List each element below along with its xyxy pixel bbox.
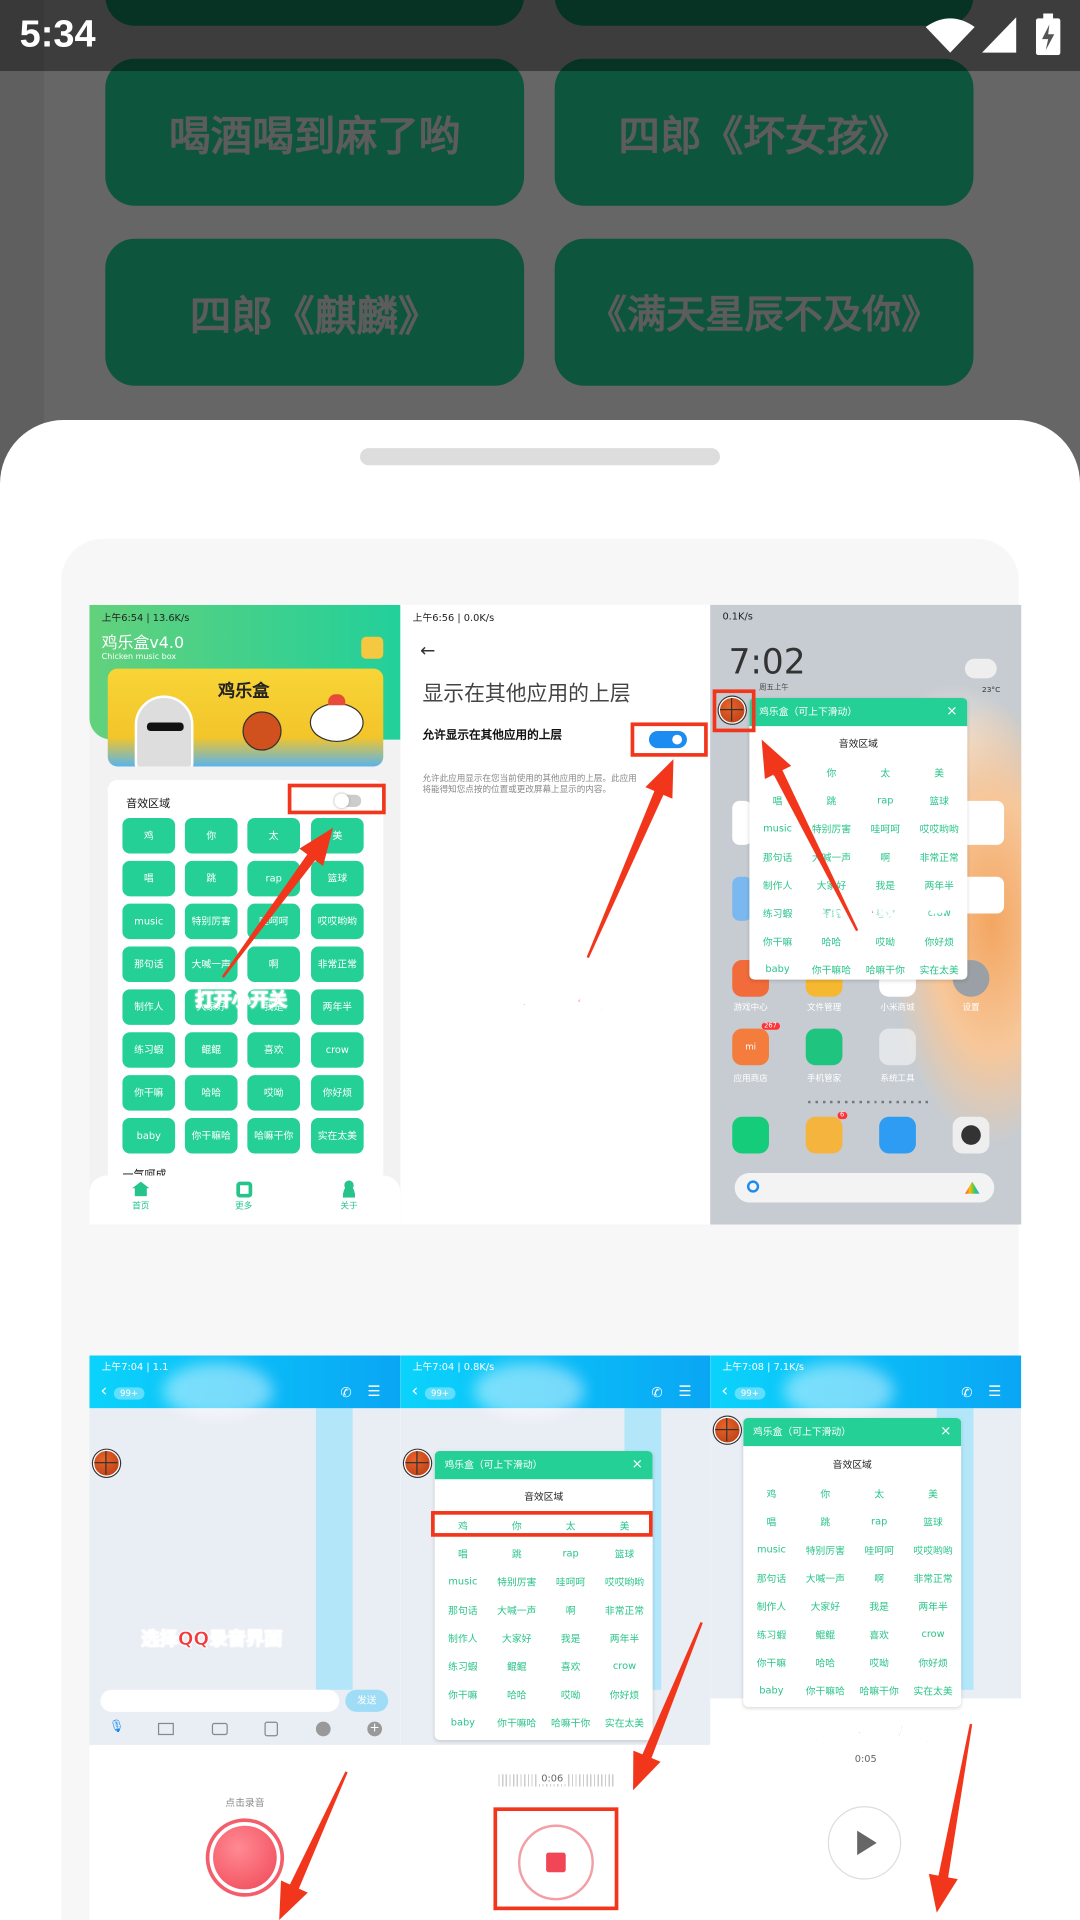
red-arrow [279,1771,348,1920]
red-arrow [928,1723,973,1913]
background-song-button[interactable]: 《满天星辰不及你》 [554,238,974,386]
background-song-button[interactable]: 四郎《坏女孩》 [554,58,974,206]
red-arrow [761,739,859,932]
background-song-button[interactable]: 喝酒喝到麻了哟 [105,58,525,206]
drag-handle[interactable] [360,448,721,466]
signal-icon [982,17,1017,53]
wifi-icon [925,18,975,53]
tutorial-image: 上午6:54 | 13.6K/s 鸡乐盒v4.0 Chicken music b… [89,604,1022,1920]
red-arrow [586,759,674,959]
status-bar: 5:34 [0,0,1080,72]
red-arrow [633,1621,703,1791]
red-arrow [221,827,334,978]
status-time: 5:34 [19,12,96,56]
screen: 喝酒喝到麻了哟 四郎《坏女孩》 四郎《麒麟》 《满天星辰不及你》 5:34 上午… [0,0,1080,1920]
annotation-arrows [221,739,973,1920]
battery-charging-icon [1035,13,1061,56]
background-song-button[interactable]: 四郎《麒麟》 [105,238,525,386]
